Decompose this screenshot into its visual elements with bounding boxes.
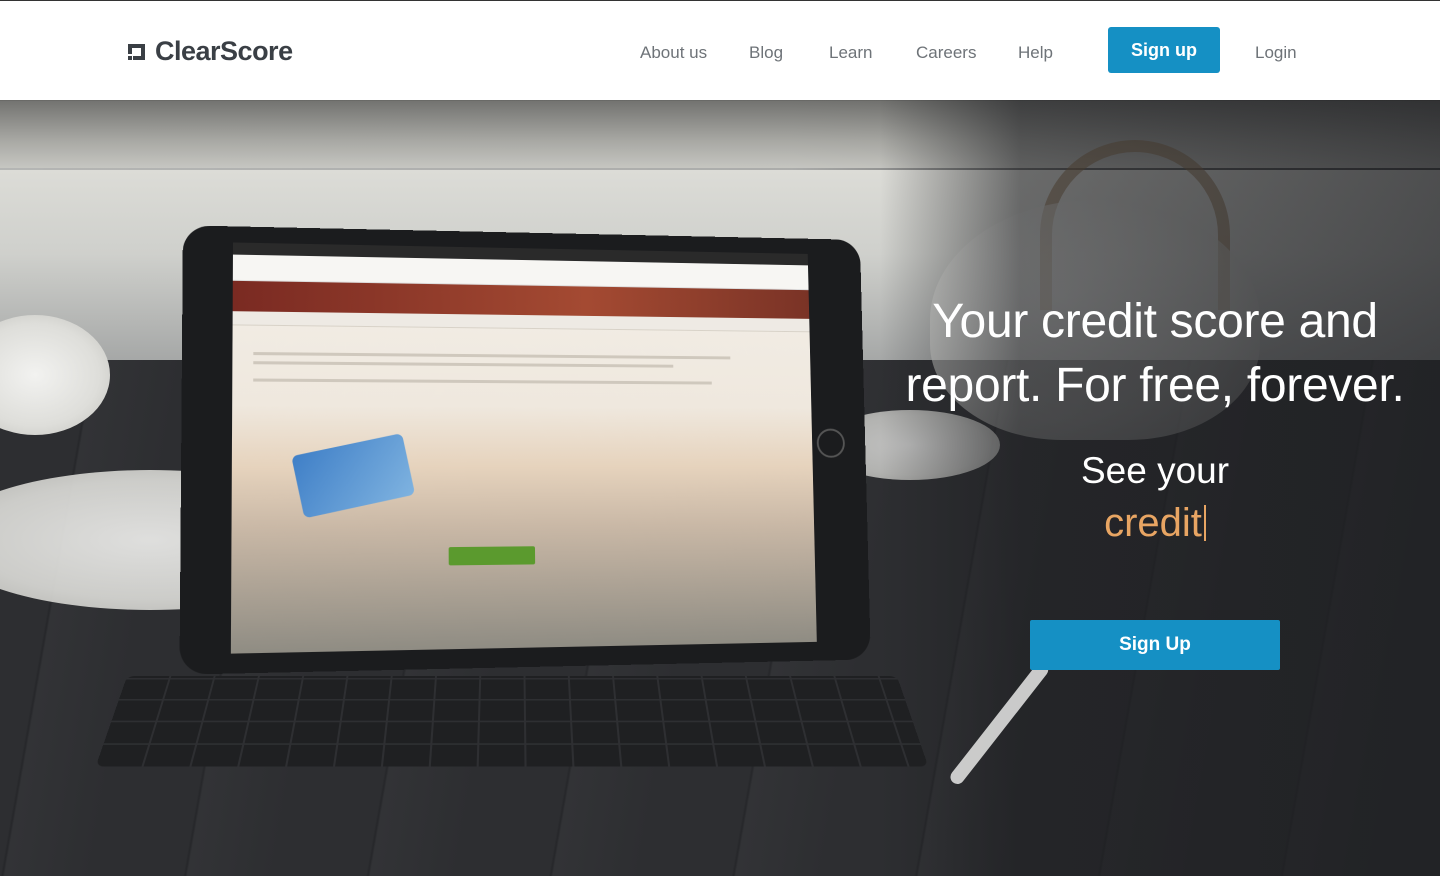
brand-logo[interactable]: ClearScore — [127, 36, 293, 67]
tablet-screen-preview — [230, 242, 817, 654]
nav-link-learn[interactable]: Learn — [829, 43, 872, 63]
header-signup-button[interactable]: Sign up — [1108, 27, 1220, 73]
hero-typed-word: credit — [1104, 501, 1202, 545]
nav-link-blog[interactable]: Blog — [749, 43, 783, 63]
login-link[interactable]: Login — [1255, 43, 1297, 63]
typing-cursor — [1203, 505, 1206, 541]
clearscore-logo-icon — [127, 41, 149, 63]
hero-section: Your credit score and report. For free, … — [0, 100, 1440, 876]
hero-typed-text: credit — [890, 498, 1420, 548]
screen-apply-button-image — [448, 546, 536, 566]
tablet-home-button — [816, 428, 846, 458]
hero-headline: Your credit score and report. For free, … — [905, 295, 1405, 412]
nav-link-help[interactable]: Help — [1018, 43, 1053, 63]
nav-link-careers[interactable]: Careers — [916, 43, 976, 63]
hero-signup-button[interactable]: Sign Up — [1030, 620, 1280, 670]
tablet-device-image — [179, 225, 871, 675]
tablet-keyboard-image — [95, 675, 929, 767]
brand-name: ClearScore — [155, 36, 293, 66]
nav-link-about-us[interactable]: About us — [640, 43, 707, 63]
credit-card-image — [291, 433, 416, 519]
top-navigation-bar: ClearScore About us Blog Learn Careers H… — [0, 0, 1440, 100]
hero-subheadline: See your — [1080, 450, 1230, 491]
